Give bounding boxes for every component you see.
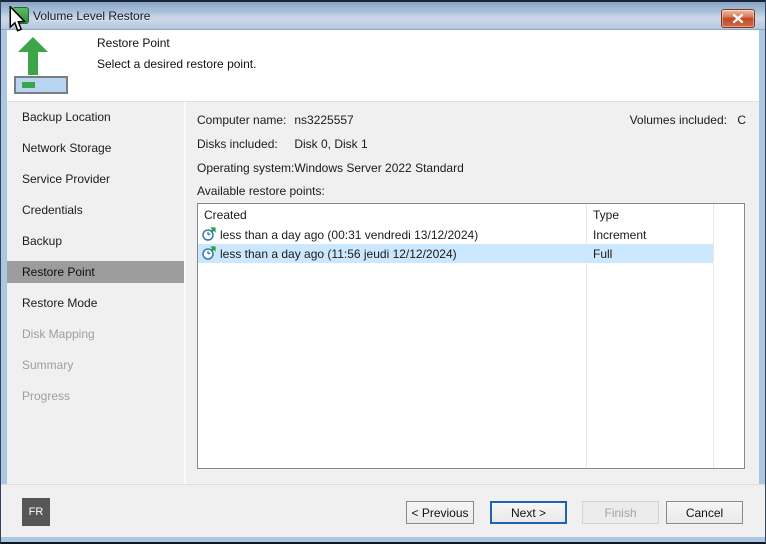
restore-point-type: Increment [593,228,646,242]
restore-point-row[interactable]: less than a day ago (00:31 vendredi 13/1… [198,225,713,244]
restore-up-arrow-icon [18,37,48,75]
window-title: Volume Level Restore [33,9,150,23]
computer-name-row: Computer name: ns3225557 [197,113,354,127]
restore-point-created: less than a day ago (11:56 jeudi 12/12/2… [220,247,457,261]
disks-included-label: Disks included: [197,137,291,151]
window-bottom-frame [1,537,765,542]
restore-point-clock-icon [201,246,217,261]
sidebar-item-restore-point[interactable]: Restore Point [7,261,184,283]
restore-points-table[interactable]: Created Type less than a day ago (00:31 … [197,203,745,469]
close-icon [733,14,743,23]
cancel-button[interactable]: Cancel [666,501,743,524]
finish-button: Finish [582,501,659,524]
volume-bar-icon [14,76,68,94]
restore-point-type: Full [593,247,612,261]
operating-system-label: Operating system: [197,161,291,175]
volume-chunk-icon [22,82,35,88]
title-bar[interactable]: Volume Level Restore [1,2,765,30]
volumes-included-row: Volumes included: C [630,113,746,127]
wizard-header: Restore Point Select a desired restore p… [7,30,759,102]
sidebar-item-backup[interactable]: Backup [7,230,184,252]
sidebar-item-restore-mode[interactable]: Restore Mode [7,292,184,314]
operating-system-row: Operating system: Windows Server 2022 St… [197,161,464,175]
restore-point-clock-icon [201,227,217,242]
disks-included-value: Disk 0, Disk 1 [294,137,367,151]
next-button[interactable]: Next > [490,501,567,524]
close-button[interactable] [721,9,755,28]
footer-bar: FR < Previous Next > Finish Cancel [1,484,765,537]
sidebar-item-disk-mapping: Disk Mapping [7,323,184,345]
computer-name-value: ns3225557 [294,113,353,127]
sidebar-item-credentials[interactable]: Credentials [7,199,184,221]
column-header-type[interactable]: Type [593,208,619,222]
volumes-included-label: Volumes included: [630,113,727,127]
restore-point-created: less than a day ago (00:31 vendredi 13/1… [220,228,478,242]
disks-included-row: Disks included: Disk 0, Disk 1 [197,137,368,151]
computer-name-label: Computer name: [197,113,291,127]
language-indicator-badge[interactable]: FR [22,498,50,526]
wizard-steps-sidebar: Backup Location Network Storage Service Pr… [7,102,186,484]
available-restore-points-label: Available restore points: [197,184,325,198]
step-subtitle: Select a desired restore point. [97,57,256,71]
column-header-created[interactable]: Created [204,208,247,222]
mouse-cursor-icon [8,6,26,33]
sidebar-item-service-provider[interactable]: Service Provider [7,168,184,190]
volumes-included-value: C [737,113,746,127]
step-title: Restore Point [97,36,170,50]
sidebar-item-network-storage[interactable]: Network Storage [7,137,184,159]
sidebar-item-progress: Progress [7,385,184,407]
restore-point-row[interactable]: less than a day ago (11:56 jeudi 12/12/2… [198,244,713,263]
table-header[interactable]: Created Type [198,204,744,225]
previous-button[interactable]: < Previous [406,501,474,524]
sidebar-item-backup-location[interactable]: Backup Location [7,106,184,128]
sidebar-item-summary: Summary [7,354,184,376]
operating-system-value: Windows Server 2022 Standard [294,161,463,175]
